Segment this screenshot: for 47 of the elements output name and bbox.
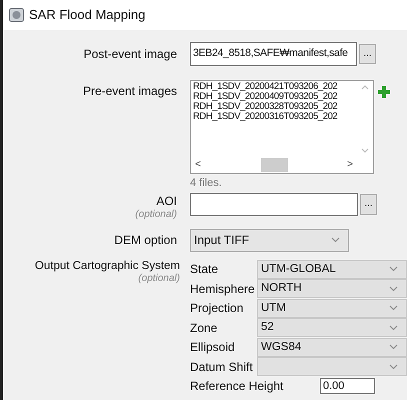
scroll-down-icon[interactable] bbox=[361, 148, 369, 153]
chevron-down-icon bbox=[389, 305, 398, 312]
browse-button[interactable]: ... bbox=[360, 194, 377, 214]
scrollbar-thumb[interactable] bbox=[260, 158, 288, 172]
dropdown[interactable] bbox=[257, 357, 407, 376]
field-label: Post-event image bbox=[84, 46, 177, 62]
field-label: DEM option bbox=[114, 232, 177, 248]
input-field[interactable]: 0.00 bbox=[320, 378, 375, 394]
optional-hint: (optional) bbox=[135, 208, 177, 220]
list-item[interactable]: RDH_1SDV_20200421T093206_202 bbox=[193, 82, 357, 92]
file-list[interactable]: RDH_1SDV_20200421T093206_202 RDH_1SDV_20200409T093205_202 RDH_1SDV_20200328T093205_202 RDH_1SDV_20200316T093205_202 < > bbox=[190, 80, 374, 174]
optional-hint: (optional) bbox=[138, 272, 180, 284]
chevron-down-icon bbox=[389, 364, 398, 370]
input-field[interactable] bbox=[190, 192, 358, 216]
dropdown[interactable]: NORTH bbox=[257, 279, 407, 298]
list-item[interactable]: RDH_1SDV_20200328T093205_202 bbox=[193, 102, 357, 112]
scroll-left-button[interactable]: < bbox=[191, 160, 205, 170]
app-icon bbox=[9, 8, 24, 22]
field-label: Ellipsoid bbox=[190, 339, 236, 356]
scroll-right-button[interactable]: > bbox=[343, 160, 357, 170]
field-label: Hemisphere bbox=[190, 280, 256, 298]
chevron-down-icon bbox=[389, 344, 398, 350]
chevron-down-icon bbox=[389, 266, 398, 272]
field-label: State bbox=[190, 261, 220, 278]
field-label: Reference Height bbox=[190, 378, 284, 395]
field-label: Pre-event images bbox=[82, 83, 177, 99]
field-label: Output Cartographic System bbox=[34, 258, 180, 272]
dropdown[interactable]: UTM bbox=[257, 298, 407, 318]
field-label: Zone bbox=[190, 320, 218, 337]
dropdown[interactable]: 52 bbox=[257, 318, 407, 338]
list-item[interactable]: RDH_1SDV_20200316T093205_202 bbox=[193, 112, 357, 122]
chevron-down-icon bbox=[389, 286, 398, 292]
chevron-down-icon bbox=[389, 324, 398, 331]
browse-button[interactable]: ... bbox=[359, 44, 376, 64]
dropdown[interactable]: WGS84 bbox=[257, 338, 407, 357]
input-field[interactable]: 3EB24_8518,SAFE₩manifest,safe bbox=[190, 42, 357, 66]
window-title: SAR Flood Mapping bbox=[29, 6, 146, 24]
file-count: 4 files. bbox=[190, 176, 223, 191]
chevron-down-icon bbox=[331, 237, 340, 243]
plus-icon[interactable] bbox=[378, 86, 390, 98]
scroll-up-icon[interactable] bbox=[361, 85, 369, 90]
field-label: Datum Shift bbox=[190, 358, 254, 376]
dropdown[interactable]: Input TIFF bbox=[190, 228, 349, 252]
field-label: Projection bbox=[190, 300, 244, 318]
field-label: AOI bbox=[156, 192, 177, 208]
list-item[interactable]: RDH_1SDV_20200409T093205_202 bbox=[193, 92, 357, 102]
dropdown[interactable]: UTM-GLOBAL bbox=[257, 260, 407, 279]
